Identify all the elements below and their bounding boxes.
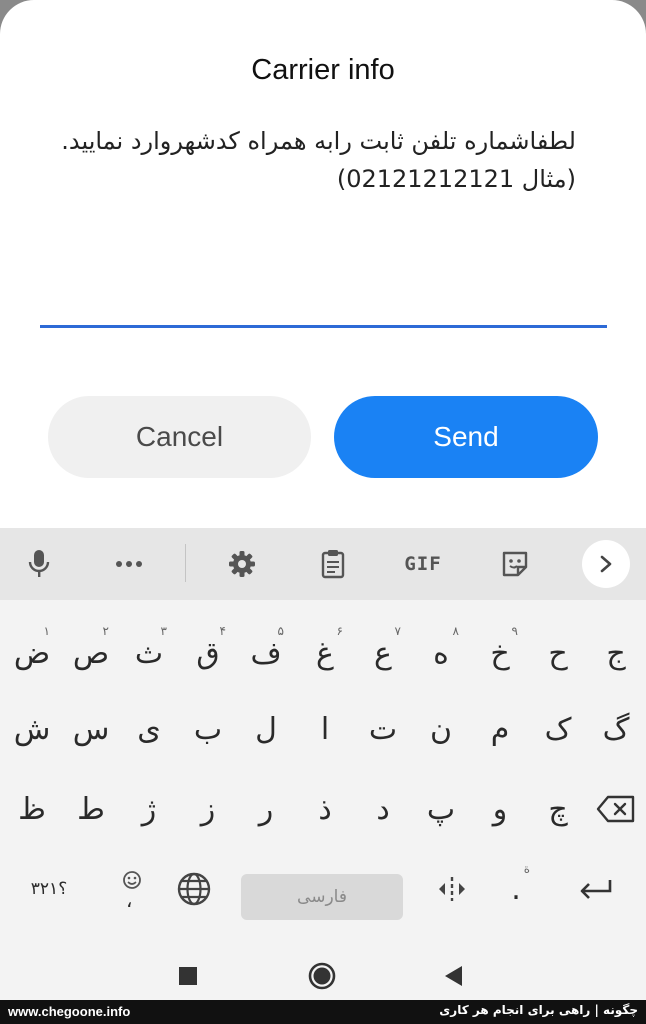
key[interactable]: ه۸ xyxy=(413,620,469,686)
dialog-title: Carrier info xyxy=(251,54,395,86)
dialog-message-line-2: (مثال 02121212121) xyxy=(336,165,576,193)
gif-button[interactable]: GIF xyxy=(401,542,445,586)
key[interactable]: خ۹ xyxy=(472,620,528,686)
key[interactable]: ظ xyxy=(4,776,60,842)
key[interactable]: ک xyxy=(530,696,586,762)
emoji-comma-key[interactable]: ، xyxy=(104,856,160,922)
key[interactable]: ث۳ xyxy=(121,620,177,686)
key[interactable]: ن xyxy=(413,696,469,762)
footer-tagline: چگونه | راهی برای انجام هر کاری xyxy=(439,1003,638,1017)
key[interactable]: ح xyxy=(530,620,586,686)
clipboard-icon[interactable] xyxy=(311,542,355,586)
comma-label: ، xyxy=(126,888,133,912)
carrier-info-dialog: Carrier info لطفاشماره تلفن ثابت رابه هم… xyxy=(0,0,646,528)
key[interactable]: ش xyxy=(4,696,60,762)
key[interactable]: ت xyxy=(355,696,411,762)
chevron-right-icon[interactable] xyxy=(582,540,630,588)
period-label: . xyxy=(511,871,521,907)
key[interactable]: ج xyxy=(588,620,644,686)
dialog-message: لطفاشماره تلفن ثابت رابه همراه کدشهروارد… xyxy=(40,122,576,198)
cursor-move-icon[interactable] xyxy=(424,856,480,922)
back-icon[interactable] xyxy=(434,956,474,996)
key[interactable]: و xyxy=(472,776,528,842)
key[interactable]: ل xyxy=(238,696,294,762)
enter-icon[interactable] xyxy=(566,856,626,922)
sticker-icon[interactable] xyxy=(493,542,537,586)
cancel-button[interactable]: Cancel xyxy=(48,396,311,478)
key[interactable]: س xyxy=(63,696,119,762)
key[interactable]: ض۱ xyxy=(4,620,60,686)
key[interactable]: ر xyxy=(238,776,294,842)
toolbar-divider xyxy=(185,544,186,582)
space-key[interactable]: فارسی xyxy=(241,874,403,920)
home-icon[interactable] xyxy=(302,956,342,996)
key[interactable]: ف۵ xyxy=(238,620,294,686)
watermark-footer: www.chegoone.info چگونه | راهی برای انجا… xyxy=(0,1000,646,1024)
key[interactable]: ی xyxy=(121,696,177,762)
globe-icon[interactable] xyxy=(166,856,222,922)
key[interactable]: ط xyxy=(63,776,119,842)
key[interactable]: ص۲ xyxy=(63,620,119,686)
send-button[interactable]: Send xyxy=(334,396,598,478)
system-nav-bar xyxy=(0,948,646,1000)
symbols-key[interactable]: ؟۳۲۱ xyxy=(14,856,84,922)
key[interactable]: پ xyxy=(413,776,469,842)
keyboard: GIF ض۱ ص۲ ث۳ ق۴ ف۵ غ۶ ع۷ ه۸ خ۹ ح ج ش س ی… xyxy=(0,528,646,1000)
backspace-icon[interactable] xyxy=(588,776,644,842)
key[interactable]: م xyxy=(472,696,528,762)
key[interactable]: ژ xyxy=(121,776,177,842)
key[interactable]: ق۴ xyxy=(180,620,236,686)
key[interactable]: ز xyxy=(180,776,236,842)
key[interactable]: د xyxy=(355,776,411,842)
mic-icon[interactable] xyxy=(17,542,61,586)
key[interactable]: ب xyxy=(180,696,236,762)
key[interactable]: ذ xyxy=(297,776,353,842)
dialog-message-line-1: لطفاشماره تلفن ثابت رابه همراه کدشهروارد… xyxy=(61,127,576,155)
key[interactable]: چ xyxy=(530,776,586,842)
gear-icon[interactable] xyxy=(220,542,264,586)
recent-apps-icon[interactable] xyxy=(168,956,208,996)
footer-url: www.chegoone.info xyxy=(8,1004,131,1019)
phone-input[interactable] xyxy=(40,260,607,328)
key[interactable]: ع۷ xyxy=(355,620,411,686)
keyboard-toolbar: GIF xyxy=(0,528,646,600)
key[interactable]: گ xyxy=(588,696,644,762)
key[interactable]: غ۶ xyxy=(297,620,353,686)
more-icon[interactable] xyxy=(107,542,151,586)
period-key[interactable]: . ة xyxy=(488,856,544,922)
key[interactable]: ا xyxy=(297,696,353,762)
